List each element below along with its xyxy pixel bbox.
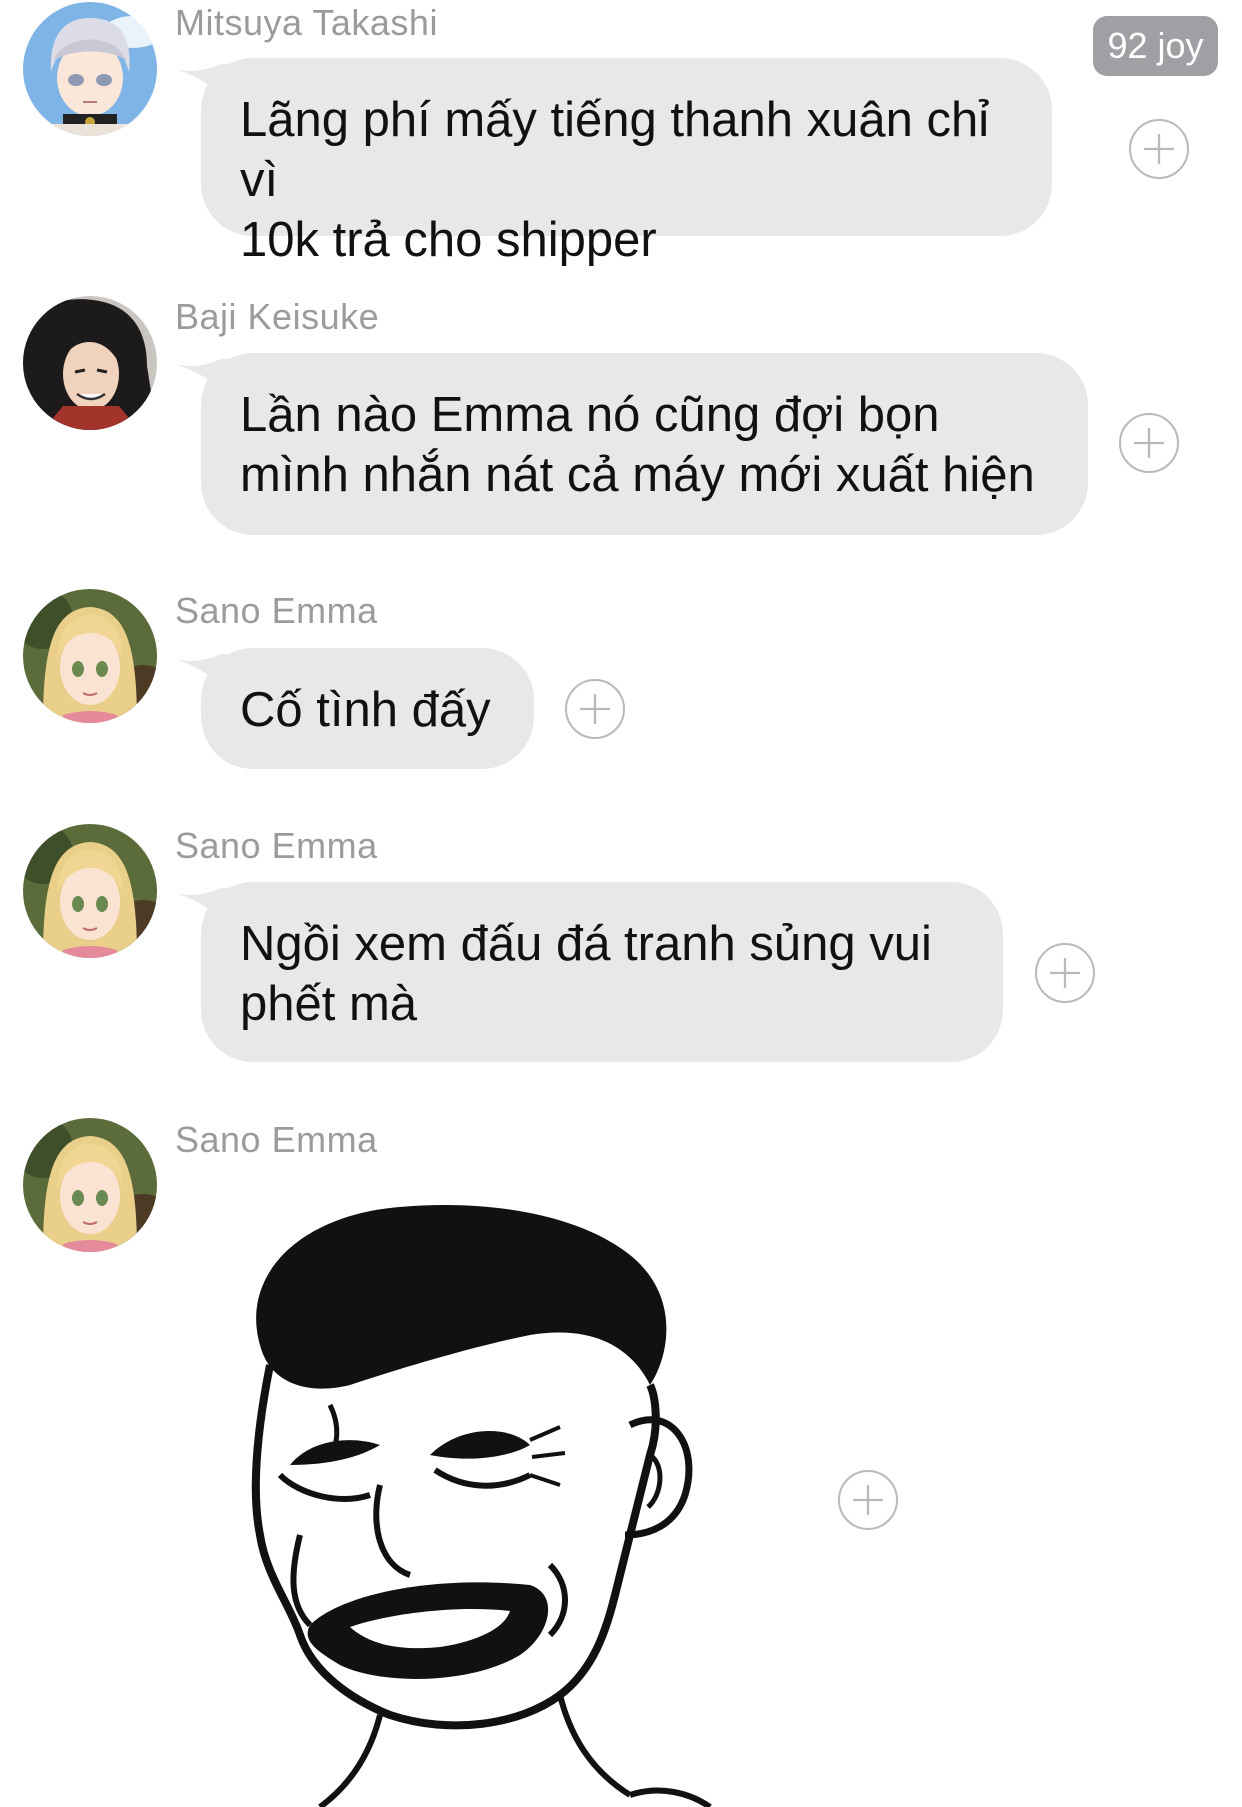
add-reaction-button[interactable]: [1119, 413, 1179, 473]
avatar-image: [23, 824, 157, 958]
avatar-emma[interactable]: [23, 589, 157, 723]
avatar-mitsuya[interactable]: [23, 2, 157, 136]
avatar-emma[interactable]: [23, 1118, 157, 1252]
message-bubble[interactable]: Lãng phí mấy tiếng thanh xuân chỉ vì 10k…: [201, 58, 1052, 267]
plus-circle-icon: [840, 1472, 896, 1528]
sender-name: Sano Emma: [175, 590, 378, 631]
add-reaction-button[interactable]: [838, 1470, 898, 1530]
plus-circle-icon: [567, 681, 623, 737]
avatar-emma[interactable]: [23, 824, 157, 958]
message-bubble[interactable]: Lần nào Emma nó cũng đợi bọn mình nhắn n…: [201, 353, 1088, 535]
plus-circle-icon: [1037, 945, 1093, 1001]
message-text: Lần nào Emma nó cũng đợi bọn mình nhắn n…: [240, 388, 1035, 502]
message-bubble[interactable]: Ngồi xem đấu đá tranh sủng vui phết mà: [201, 882, 1003, 1062]
sender-name: Sano Emma: [175, 825, 378, 866]
message-bubble[interactable]: Cố tình đấy: [201, 648, 534, 769]
avatar-image: [23, 1118, 157, 1252]
add-reaction-button[interactable]: [1035, 943, 1095, 1003]
bubble-tail: [173, 654, 233, 700]
plus-circle-icon: [1121, 415, 1177, 471]
laughing-face-sticker[interactable]: [230, 1195, 790, 1807]
message-text: Ngồi xem đấu đá tranh sủng vui phết mà: [240, 917, 932, 1031]
avatar-baji[interactable]: [23, 296, 157, 430]
avatar-image: [23, 2, 157, 136]
add-reaction-button[interactable]: [1129, 119, 1189, 179]
avatar-image: [23, 589, 157, 723]
plus-circle-icon: [1131, 121, 1187, 177]
sender-name: Sano Emma: [175, 1119, 378, 1160]
sender-name: Mitsuya Takashi: [175, 2, 438, 43]
avatar-image: [23, 296, 157, 430]
message-text: Lãng phí mấy tiếng thanh xuân chỉ vì 10k…: [240, 93, 990, 267]
bubble-tail: [173, 888, 233, 934]
bubble-tail: [173, 64, 233, 110]
add-reaction-button[interactable]: [565, 679, 625, 739]
sender-name: Baji Keisuke: [175, 296, 380, 337]
message-text: Cố tình đấy: [240, 683, 491, 737]
reaction-count-badge[interactable]: 92 joy: [1093, 16, 1218, 76]
bubble-tail: [173, 359, 233, 405]
